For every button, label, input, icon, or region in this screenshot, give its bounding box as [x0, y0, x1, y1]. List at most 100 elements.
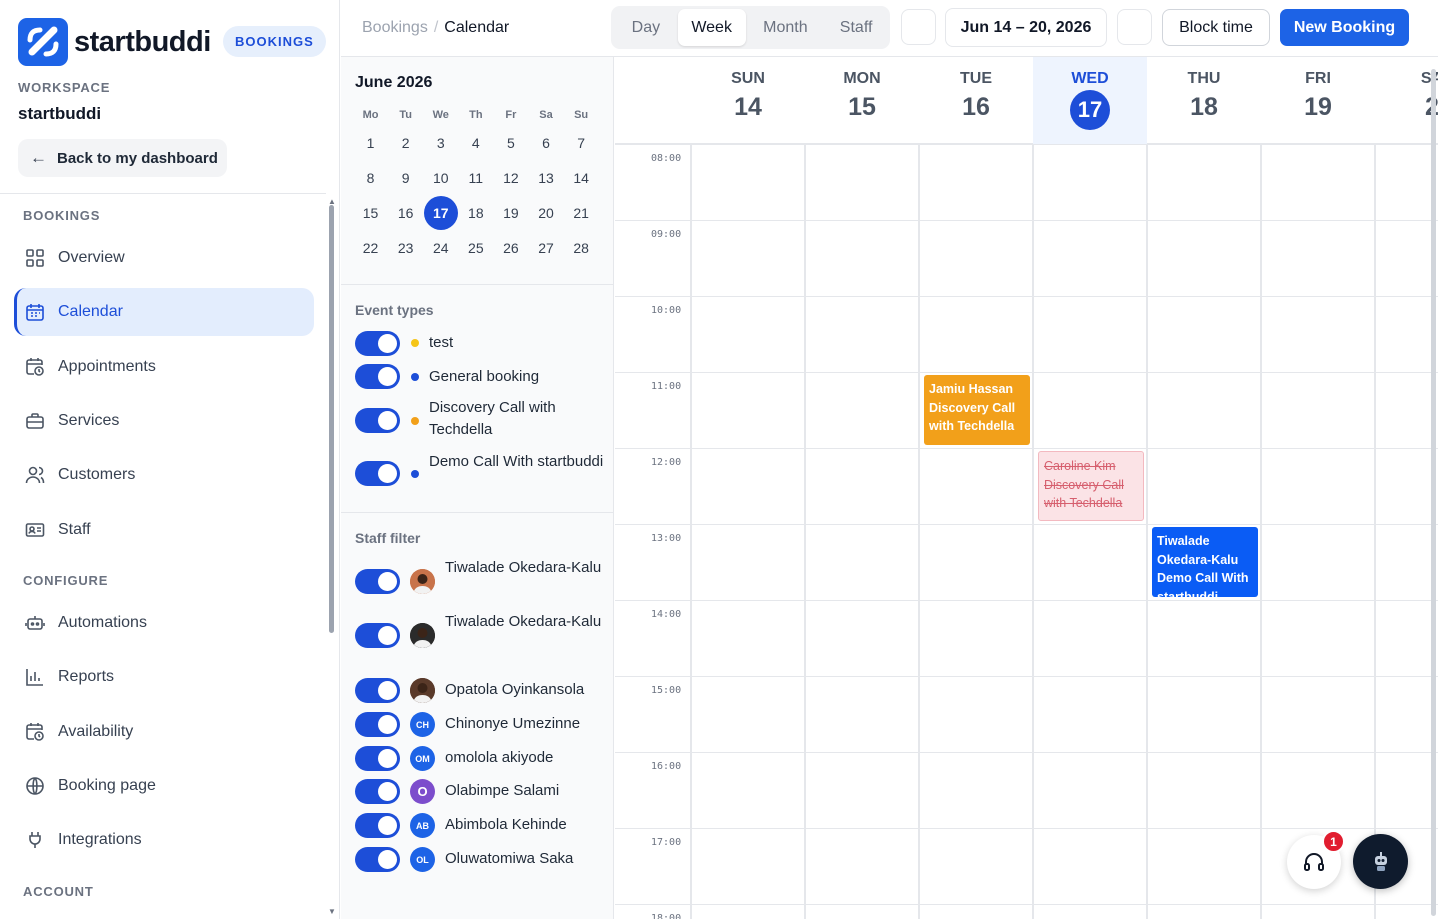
robot-icon	[24, 612, 46, 634]
booking-event[interactable]: Tiwalade Okedara-Kalu Demo Call With sta…	[1152, 527, 1258, 597]
hour-gridline	[615, 752, 1438, 753]
staff-name: Olabimpe Salami	[445, 782, 560, 799]
previous-week-button[interactable]	[901, 9, 936, 45]
mini-calendar-day[interactable]: 18	[458, 205, 493, 221]
sidebar-item-automations[interactable]: Automations	[14, 599, 314, 647]
sidebar-item-label: Appointments	[58, 358, 156, 375]
sidebar-item-availability[interactable]: Availability	[14, 708, 314, 756]
mini-calendar-day[interactable]: 16	[388, 205, 423, 221]
mini-calendar-day[interactable]: 25	[458, 240, 493, 256]
avatar-initials: CH	[416, 719, 429, 730]
mini-calendar-day[interactable]: 8	[353, 170, 388, 186]
mini-calendar-day[interactable]: 15	[353, 205, 388, 221]
mini-calendar-day[interactable]: 26	[493, 240, 528, 256]
day-of-week: SA	[1420, 70, 1438, 87]
sidebar-item-services[interactable]: Services	[14, 397, 314, 445]
mini-calendar-day[interactable]: 6	[528, 135, 563, 151]
hour-gridline	[615, 904, 1438, 905]
mini-calendar-day[interactable]: 1	[353, 135, 388, 151]
mini-calendar-day[interactable]: 3	[423, 135, 458, 151]
view-month-button[interactable]: Month	[746, 9, 826, 46]
sidebar-item-calendar[interactable]: Calendar	[14, 288, 314, 336]
mini-calendar-day[interactable]: 10	[423, 170, 458, 186]
event-type-toggle[interactable]	[355, 331, 400, 356]
mini-calendar-day[interactable]: 4	[458, 135, 493, 151]
sidebar-item-integrations[interactable]: Integrations	[14, 816, 314, 864]
breadcrumb-parent[interactable]: Bookings	[362, 19, 428, 36]
staff-toggle[interactable]	[355, 779, 400, 804]
sidebar-item-customers[interactable]: Customers	[14, 451, 314, 499]
view-day-button[interactable]: Day	[614, 9, 678, 46]
mini-calendar-day[interactable]: 24	[423, 240, 458, 256]
sidebar-item-staff[interactable]: Staff	[14, 506, 314, 554]
back-to-dashboard-button[interactable]: ← Back to my dashboard	[18, 139, 227, 177]
event-type-toggle[interactable]	[355, 364, 400, 389]
mini-calendar-day[interactable]: 5	[493, 135, 528, 151]
sidebar-divider	[0, 193, 326, 194]
staff-toggle[interactable]	[355, 746, 400, 771]
staff-toggle[interactable]	[355, 847, 400, 872]
day-header-wed[interactable]: WED 17	[1033, 57, 1147, 144]
day-number: 2	[1375, 93, 1438, 122]
day-header-mon[interactable]: MON 15	[805, 57, 919, 144]
calendar-scrollbar[interactable]	[1431, 69, 1436, 916]
mini-calendar-day[interactable]: 7	[564, 135, 599, 151]
day-of-week: FRI	[1305, 70, 1331, 87]
scroll-down-icon[interactable]: ▼	[328, 907, 336, 916]
booking-event[interactable]: Jamiu Hassan Discovery Call with Techdel…	[924, 375, 1030, 445]
mini-calendar-day[interactable]: 9	[388, 170, 423, 186]
staff-toggle[interactable]	[355, 569, 400, 594]
avatar	[410, 678, 435, 703]
mini-calendar-day[interactable]: 20	[528, 205, 563, 221]
mini-calendar-day[interactable]: 28	[564, 240, 599, 256]
mini-calendar-day[interactable]: 27	[528, 240, 563, 256]
day-header-thu[interactable]: THU 18	[1147, 57, 1261, 144]
mini-calendar-day[interactable]: 23	[388, 240, 423, 256]
sidebar-item-appointments[interactable]: Appointments	[14, 343, 314, 391]
plug-icon	[24, 829, 46, 851]
workspace-name[interactable]: startbuddi	[18, 104, 101, 124]
mini-calendar-day[interactable]: 11	[458, 170, 493, 186]
day-number: 17	[1033, 90, 1147, 130]
mini-calendar-day[interactable]: 2	[388, 135, 423, 151]
event-type-toggle[interactable]	[355, 408, 400, 433]
new-booking-button[interactable]: New Booking	[1280, 9, 1409, 46]
sidebar-item-booking-page[interactable]: Booking page	[14, 762, 314, 810]
mini-calendar-week: 15 16 17 18 19 20 21	[353, 195, 606, 230]
day-number-text: 19	[1304, 93, 1332, 121]
mini-calendar-day[interactable]: 21	[564, 205, 599, 221]
day-header-sa[interactable]: SA 2	[1375, 57, 1438, 144]
sidebar-scrollbar[interactable]	[329, 205, 334, 633]
brand-name: startbuddi	[74, 25, 211, 58]
staff-toggle[interactable]	[355, 813, 400, 838]
staff-toggle[interactable]	[355, 678, 400, 703]
mini-calendar-day[interactable]: 19	[493, 205, 528, 221]
view-week-button[interactable]: Week	[677, 9, 746, 46]
sidebar-item-reports[interactable]: Reports	[14, 653, 314, 701]
event-type-toggle[interactable]	[355, 461, 400, 486]
panel-divider	[341, 284, 614, 285]
mini-calendar-today[interactable]: 17	[423, 195, 458, 230]
staff-toggle[interactable]	[355, 712, 400, 737]
view-staff-button[interactable]: Staff	[825, 9, 887, 46]
staff-toggle[interactable]	[355, 623, 400, 648]
breadcrumb: Bookings / Calendar	[362, 19, 509, 37]
mini-calendar-day[interactable]: 12	[493, 170, 528, 186]
assistant-bot-button[interactable]	[1353, 834, 1408, 889]
brand-logo[interactable]: startbuddi	[18, 18, 211, 66]
weekday-label: Su	[574, 109, 589, 121]
day-column-divider	[918, 144, 920, 919]
id-card-icon	[24, 519, 46, 541]
sidebar-item-overview[interactable]: Overview	[14, 234, 314, 282]
staff-name: omolola akiyode	[445, 749, 554, 766]
next-week-button[interactable]	[1117, 9, 1152, 45]
cancelled-booking-event[interactable]: Caroline Kim Discovery Call with Techdel…	[1038, 451, 1144, 521]
mini-calendar-day[interactable]: 22	[353, 240, 388, 256]
block-time-button[interactable]: Block time	[1162, 9, 1270, 46]
mini-calendar-day[interactable]: 14	[564, 170, 599, 186]
day-header-tue[interactable]: TUE 16	[919, 57, 1033, 144]
day-header-sun[interactable]: SUN 14	[691, 57, 805, 144]
date-range-button[interactable]: Jun 14 – 20, 2026	[945, 8, 1107, 47]
mini-calendar-day[interactable]: 13	[528, 170, 563, 186]
day-header-fri[interactable]: FRI 19	[1261, 57, 1375, 144]
